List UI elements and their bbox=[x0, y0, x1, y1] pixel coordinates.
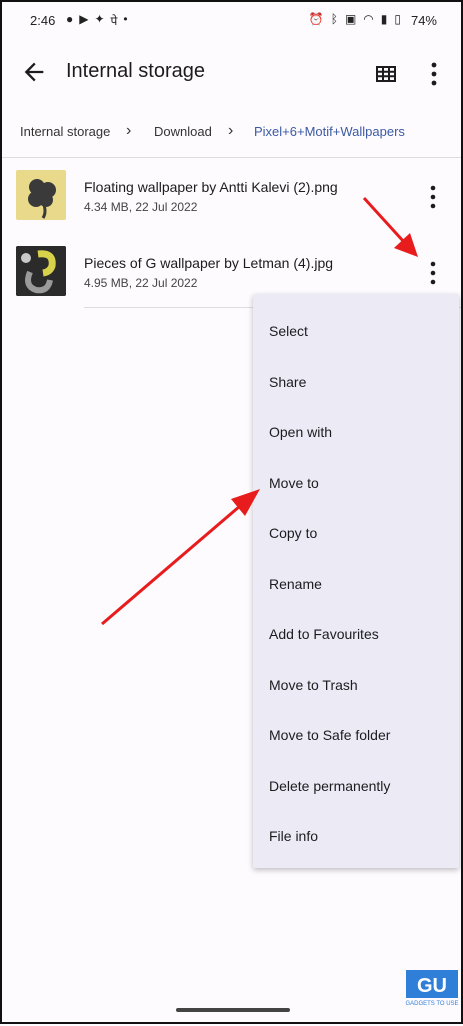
battery-level: 74% bbox=[410, 13, 437, 28]
app-bar: Internal storage bbox=[2, 42, 461, 106]
file-name: Floating wallpaper by Antti Kalevi (2).p… bbox=[84, 179, 338, 195]
gesture-nav-bar[interactable] bbox=[176, 1008, 290, 1012]
file-options-icon[interactable] bbox=[426, 260, 440, 286]
file-meta: 4.95 MB, 22 Jul 2022 bbox=[84, 276, 198, 290]
more-options-icon[interactable] bbox=[426, 60, 442, 88]
menu-item-rename[interactable]: Rename bbox=[269, 576, 322, 592]
chevron-right-icon: › bbox=[126, 122, 132, 139]
menu-item-move-to-safe-folder[interactable]: Move to Safe folder bbox=[269, 727, 390, 743]
svg-text:GU: GU bbox=[417, 975, 447, 997]
menu-item-move-to[interactable]: Move to bbox=[269, 475, 319, 491]
youtube-icon: ▶ bbox=[79, 12, 89, 26]
menu-item-copy-to[interactable]: Copy to bbox=[269, 525, 317, 541]
notification-icons: ● ▶ ✦ पे • bbox=[66, 12, 128, 29]
page-title: Internal storage bbox=[66, 60, 205, 82]
file-name: Pieces of G wallpaper by Letman (4).jpg bbox=[84, 255, 334, 271]
annotation-arrow-to-move-to bbox=[101, 489, 260, 626]
signal-icon: ▮ bbox=[380, 12, 388, 26]
svg-text:GADGETS TO USE: GADGETS TO USE bbox=[405, 1001, 458, 1007]
file-meta: 4.34 MB, 22 Jul 2022 bbox=[84, 200, 198, 214]
app-icon: पे bbox=[110, 14, 118, 28]
file-options-icon[interactable] bbox=[426, 184, 440, 210]
menu-item-file-info[interactable]: File info bbox=[269, 828, 318, 844]
file-thumbnail bbox=[16, 246, 66, 296]
divider bbox=[2, 157, 461, 158]
menu-item-open-with[interactable]: Open with bbox=[269, 424, 332, 440]
status-time: 2:46 bbox=[30, 13, 56, 28]
breadcrumb: Internal storage › Download › Pixel+6+Mo… bbox=[2, 114, 461, 152]
menu-item-add-to-favourites[interactable]: Add to Favourites bbox=[269, 626, 379, 642]
menu-item-share[interactable]: Share bbox=[269, 374, 306, 390]
bluetooth-icon: ᛒ bbox=[330, 12, 338, 26]
breadcrumb-current-folder[interactable]: Pixel+6+Motif+Wallpapers bbox=[254, 124, 405, 139]
menu-item-delete-permanently[interactable]: Delete permanently bbox=[269, 778, 390, 794]
menu-item-move-to-trash[interactable]: Move to Trash bbox=[269, 677, 358, 693]
file-row[interactable]: Floating wallpaper by Antti Kalevi (2).p… bbox=[2, 162, 461, 234]
status-bar: 2:46 ● ▶ ✦ पे • ⏰ ᛒ ▣ ◠ ▮ ▯ 74% bbox=[2, 2, 461, 40]
more-notifications-icon: • bbox=[123, 12, 128, 26]
wifi-icon: ◠ bbox=[363, 12, 374, 26]
grid-view-icon[interactable] bbox=[374, 62, 398, 86]
breadcrumb-internal-storage[interactable]: Internal storage bbox=[20, 124, 110, 139]
file-thumbnail bbox=[16, 170, 66, 220]
menu-item-select[interactable]: Select bbox=[269, 323, 308, 339]
nfc-icon: ▣ bbox=[344, 12, 357, 26]
battery-icon: ▯ bbox=[394, 12, 401, 26]
twitter-icon: ✦ bbox=[94, 12, 105, 26]
chevron-right-icon: › bbox=[228, 122, 234, 139]
chat-icon: ● bbox=[66, 12, 74, 26]
system-icons: ⏰ ᛒ ▣ ◠ ▮ ▯ bbox=[309, 12, 401, 26]
alarm-icon: ⏰ bbox=[308, 12, 324, 26]
breadcrumb-download[interactable]: Download bbox=[154, 124, 212, 139]
context-menu: Select Share Open with Move to Copy to R… bbox=[253, 294, 459, 868]
back-arrow-icon[interactable] bbox=[20, 58, 48, 86]
watermark-logo: GU GADGETS TO USE bbox=[405, 970, 459, 1007]
